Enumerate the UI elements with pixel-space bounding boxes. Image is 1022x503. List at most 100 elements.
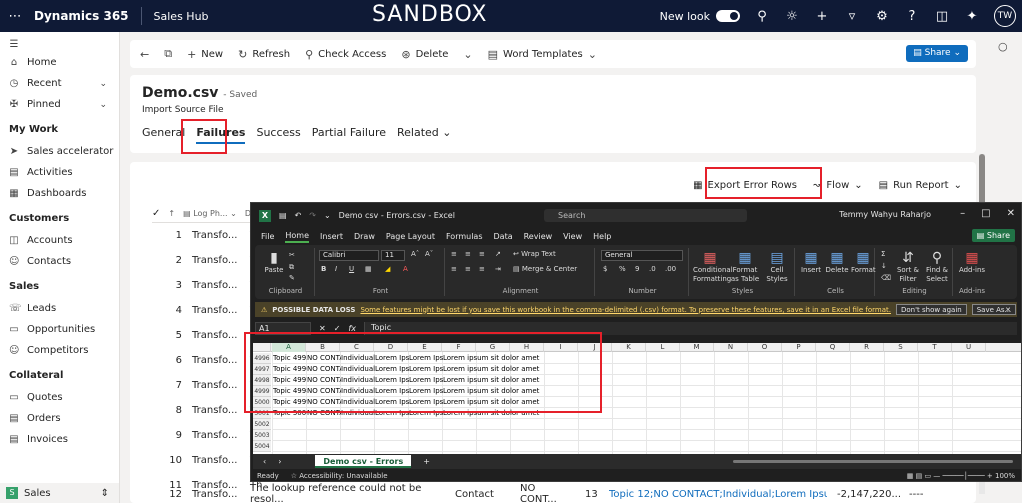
menu-draw[interactable]: Draw bbox=[354, 232, 375, 241]
brand-name[interactable]: Dynamics 365 bbox=[30, 7, 142, 25]
font-name-select[interactable]: Calibri bbox=[319, 250, 379, 261]
filter-icon[interactable]: ▿ bbox=[844, 9, 860, 24]
share-button[interactable]: ▤ Share ⌄ bbox=[906, 45, 968, 62]
refresh-button[interactable]: ↻ Refresh bbox=[238, 48, 290, 61]
column-header-log-phase[interactable]: ▤ Log Ph... ⌄ bbox=[183, 209, 237, 218]
word-templates-button[interactable]: ▤ Word Templates ⌄ bbox=[488, 48, 597, 61]
increase-font-icon[interactable]: Aˆ bbox=[411, 250, 419, 259]
tab-general[interactable]: General bbox=[142, 126, 185, 144]
insert-cells-button[interactable]: ▦ Insert bbox=[799, 250, 823, 275]
column-header[interactable]: T bbox=[918, 343, 952, 352]
sidebar-item-recent[interactable]: ◷ Recent ⌄ bbox=[0, 73, 119, 94]
table-row[interactable]: 1Transfo...Th bbox=[160, 223, 263, 247]
hamburger-menu[interactable]: ☰ bbox=[0, 36, 119, 52]
menu-insert[interactable]: Insert bbox=[320, 232, 343, 241]
chat-icon[interactable]: ◫ bbox=[934, 9, 950, 24]
check-access-button[interactable]: ⚲ Check Access bbox=[305, 48, 386, 61]
underline-icon[interactable]: U bbox=[349, 265, 354, 274]
search-icon[interactable]: ⚲ bbox=[754, 9, 770, 24]
menu-home[interactable]: Home bbox=[285, 231, 310, 243]
tab-success[interactable]: Success bbox=[256, 126, 300, 144]
cut-icon[interactable]: ✂ bbox=[289, 251, 295, 260]
minimize-icon[interactable]: – bbox=[960, 208, 965, 219]
copilot-icon[interactable]: ✦ bbox=[964, 9, 980, 24]
sidebar-item-pinned[interactable]: ✠ Pinned ⌄ bbox=[0, 94, 119, 115]
autosum-icon[interactable]: Σ bbox=[881, 250, 885, 259]
clear-icon[interactable]: ⌫ bbox=[881, 274, 891, 283]
increase-decimal-icon[interactable]: .0 bbox=[649, 265, 656, 274]
table-row[interactable]: 3Transfo...Th bbox=[160, 273, 263, 297]
sidebar-item-opportunities[interactable]: ▭ Opportunities bbox=[0, 319, 119, 340]
new-button[interactable]: + New bbox=[187, 48, 223, 61]
excel-user-name[interactable]: Temmy Wahyu Raharjo bbox=[839, 210, 931, 219]
table-row[interactable]: 4Transfo...Th bbox=[160, 298, 263, 322]
open-new-window-button[interactable]: ⧉ bbox=[164, 47, 172, 61]
accessibility-status[interactable]: ☆ Accessibility: Unavailable bbox=[291, 472, 388, 480]
tab-partial-failure[interactable]: Partial Failure bbox=[312, 126, 386, 144]
menu-review[interactable]: Review bbox=[524, 232, 553, 241]
app-launcher-icon[interactable]: ⋯ bbox=[0, 0, 30, 32]
align-top-icon[interactable]: ≡ bbox=[451, 250, 457, 259]
sidebar-item-home[interactable]: ⌂ Home bbox=[0, 52, 119, 73]
menu-help[interactable]: Help bbox=[593, 232, 611, 241]
paste-button[interactable]: ▮ Paste bbox=[263, 250, 285, 275]
addins-button[interactable]: ▦ Add-ins bbox=[957, 250, 987, 275]
sidebar-item-activities[interactable]: ▤ Activities bbox=[0, 162, 119, 183]
close-icon[interactable]: ✕ bbox=[1007, 208, 1015, 219]
column-header[interactable]: P bbox=[782, 343, 816, 352]
menu-file[interactable]: File bbox=[261, 232, 274, 241]
row-header[interactable]: 5002 bbox=[253, 419, 271, 430]
chevron-down-icon[interactable]: ⌄ bbox=[99, 79, 107, 89]
decrease-font-icon[interactable]: Aˇ bbox=[425, 250, 433, 259]
format-painter-icon[interactable]: ✎ bbox=[289, 274, 295, 283]
sort-icon[interactable]: ↑ bbox=[168, 209, 175, 218]
border-icon[interactable]: ▦ bbox=[365, 265, 372, 274]
sheet-tab[interactable]: Demo csv - Errors bbox=[315, 455, 412, 468]
tab-related[interactable]: Related ⌄ bbox=[397, 126, 452, 144]
menu-view[interactable]: View bbox=[563, 232, 582, 241]
excel-share-button[interactable]: ▤ Share bbox=[971, 229, 1015, 242]
sidebar-item-invoices[interactable]: ▤ Invoices bbox=[0, 429, 119, 450]
avatar[interactable]: TW bbox=[994, 5, 1016, 27]
table-row[interactable]: 9Transfo...Th bbox=[160, 423, 263, 447]
align-left-icon[interactable]: ≡ bbox=[451, 265, 457, 274]
sidebar-item-orders[interactable]: ▤ Orders bbox=[0, 408, 119, 429]
decrease-decimal-icon[interactable]: .00 bbox=[665, 265, 676, 274]
font-size-select[interactable]: 11 bbox=[381, 250, 405, 261]
add-sheet-icon[interactable]: + bbox=[423, 457, 430, 466]
warning-message-link[interactable]: Some features might be lost if you save … bbox=[360, 306, 891, 314]
comma-icon[interactable]: 9 bbox=[635, 265, 639, 274]
find-select-button[interactable]: ⚲ Find & Select bbox=[923, 250, 951, 284]
column-header[interactable]: Q bbox=[816, 343, 850, 352]
sidebar-item-contacts[interactable]: ☺ Contacts bbox=[0, 251, 119, 272]
grid-scrollbar-thumb[interactable] bbox=[979, 154, 985, 209]
area-switcher[interactable]: S Sales ⇕ bbox=[0, 483, 119, 503]
back-button[interactable]: ← bbox=[140, 48, 149, 61]
maximize-icon[interactable]: □ bbox=[981, 208, 990, 219]
fill-icon[interactable]: ↓ bbox=[881, 262, 887, 271]
gear-icon[interactable]: ⚙ bbox=[874, 9, 890, 24]
zoom-control[interactable]: ▦ ▤ ▭ — ─────│──── + 100% bbox=[907, 472, 1015, 480]
italic-icon[interactable]: I bbox=[335, 265, 337, 274]
indent-icon[interactable]: ⇥ bbox=[495, 265, 501, 274]
align-center-icon[interactable]: ≡ bbox=[465, 265, 471, 274]
format-as-table-button[interactable]: ▦ Format as Table bbox=[729, 250, 761, 284]
toggle-switch[interactable] bbox=[716, 10, 740, 22]
copilot-pane-icon[interactable]: ○ bbox=[998, 40, 1008, 53]
delete-cells-button[interactable]: ▦ Delete bbox=[825, 250, 849, 275]
copy-icon[interactable]: ⧉ bbox=[289, 263, 294, 272]
undo-icon[interactable]: ↶ bbox=[295, 211, 302, 220]
sidebar-item-leads[interactable]: ☏ Leads bbox=[0, 298, 119, 319]
table-row[interactable]: 2Transfo...Th bbox=[160, 248, 263, 272]
currency-icon[interactable]: $ bbox=[603, 265, 607, 274]
save-icon[interactable]: ▤ bbox=[279, 211, 287, 220]
dont-show-again-button[interactable]: Don't show again bbox=[895, 304, 967, 315]
chevron-down-icon[interactable]: ⌄ bbox=[99, 100, 107, 110]
column-header[interactable]: M bbox=[680, 343, 714, 352]
customize-icon[interactable]: ⌄ bbox=[324, 211, 331, 220]
more-dropdown[interactable]: ⌄ bbox=[463, 48, 472, 61]
new-look-toggle[interactable]: New look bbox=[660, 10, 740, 23]
column-header[interactable]: K bbox=[612, 343, 646, 352]
column-header[interactable]: R bbox=[850, 343, 884, 352]
app-name[interactable]: Sales Hub bbox=[142, 10, 209, 23]
